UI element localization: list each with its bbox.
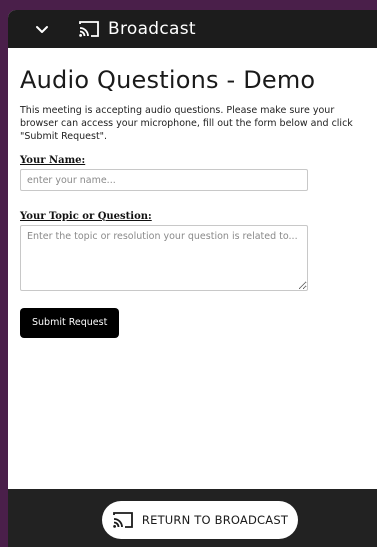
intro-text: This meeting is accepting audio question… [20,105,353,142]
app-frame: Broadcast Audio Questions - Demo This me… [0,0,377,547]
broadcast-panel: Broadcast Audio Questions - Demo This me… [8,10,377,547]
question-form: Audio Questions - Demo This meeting is a… [20,66,372,338]
footer-bar: RETURN TO BROADCAST [8,489,377,547]
page-title: Audio Questions - Demo [20,66,316,94]
header-title: Broadcast [108,19,196,39]
topic-label: Your Topic or Question: [20,211,152,222]
name-label: Your Name: [20,155,86,166]
header-bar: Broadcast [8,10,377,48]
cast-icon [113,512,133,528]
submit-request-button[interactable]: Submit Request [20,308,120,338]
chevron-down-icon[interactable] [30,17,54,41]
cast-icon [79,21,99,37]
name-input[interactable] [20,169,308,191]
return-to-broadcast-button[interactable]: RETURN TO BROADCAST [102,501,298,539]
return-label: RETURN TO BROADCAST [141,513,289,527]
topic-textarea[interactable] [20,225,308,291]
